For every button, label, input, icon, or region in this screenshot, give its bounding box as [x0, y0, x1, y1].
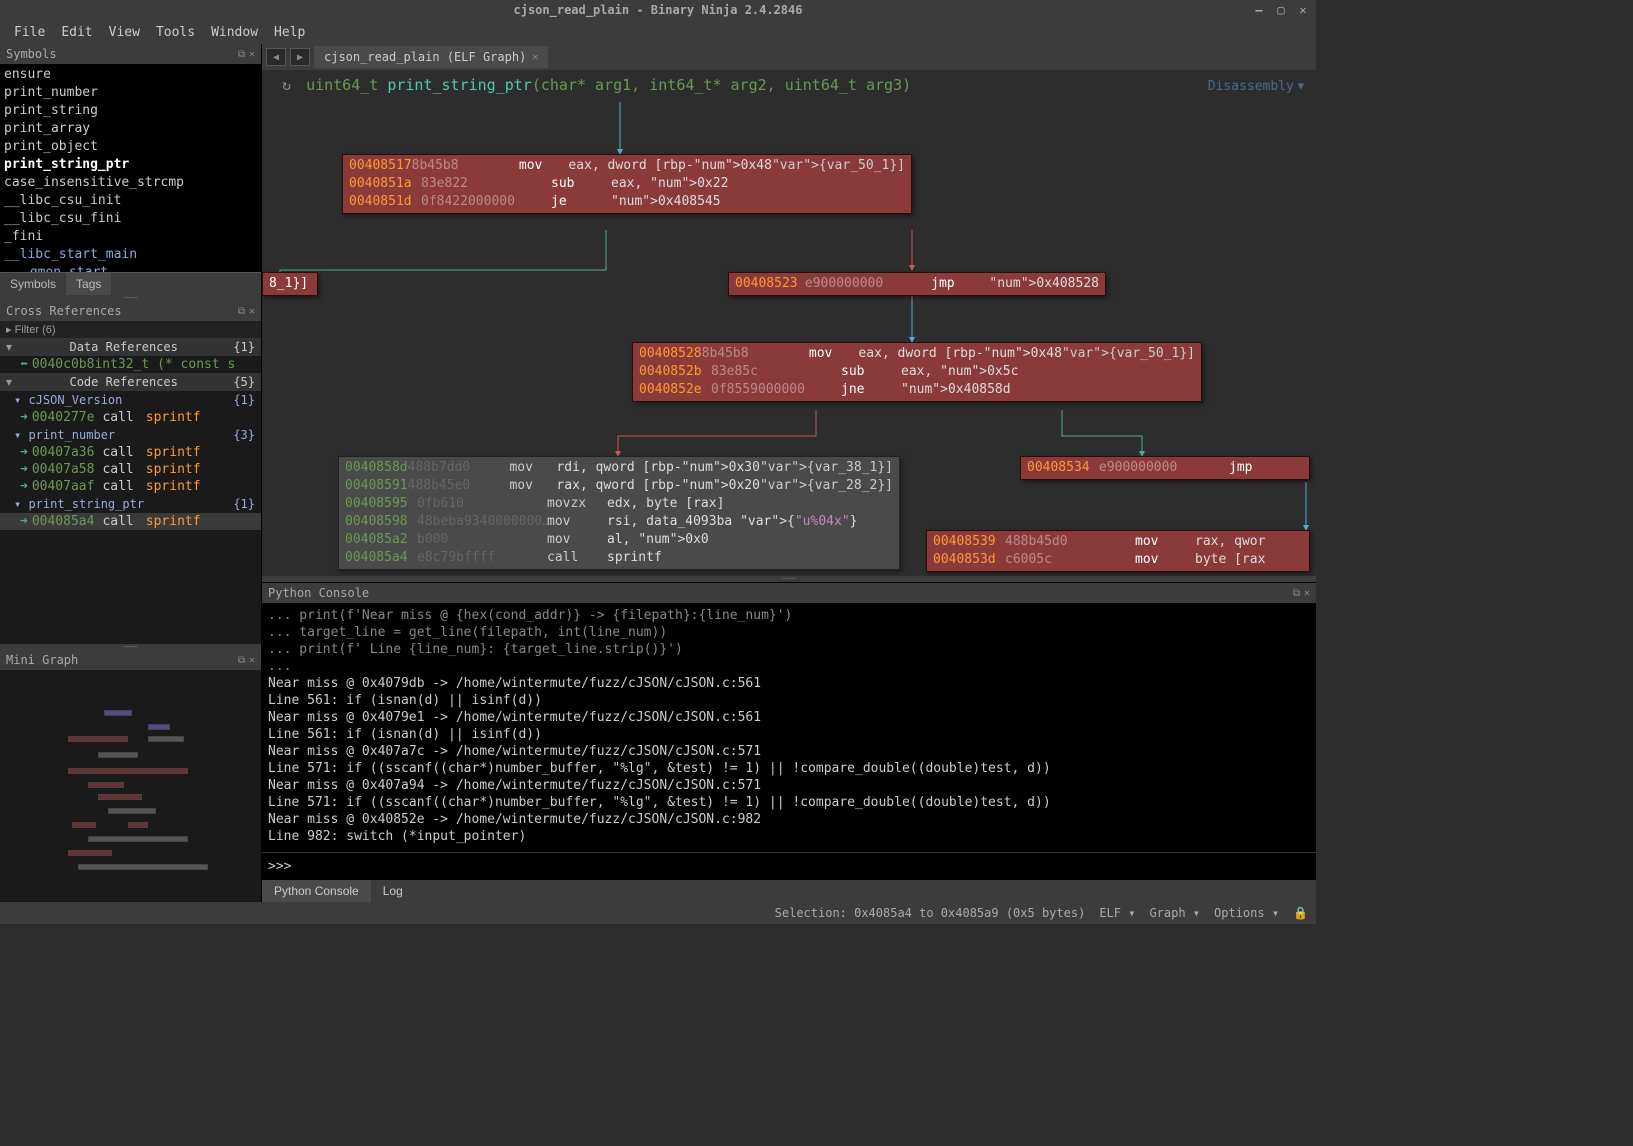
bb-408539[interactable]: 00408539488b45d0movrax, qwor0040853dc600…	[926, 530, 1310, 572]
console-tab-python-console[interactable]: Python Console	[262, 880, 371, 902]
symbols-tabs: SymbolsTags	[0, 272, 261, 295]
refresh-icon[interactable]: ↻	[282, 76, 291, 94]
function-signature: ↻ uint64_t print_string_ptr(char* arg1, …	[282, 76, 911, 94]
bb-408528[interactable]: 004085288b45b8moveax, dword [rbp-"num">0…	[632, 342, 1202, 402]
xref-code-item[interactable]: ➜00407a36callsprintf	[0, 444, 261, 461]
xref-group[interactable]: ▾ print_string_ptr{1}	[0, 495, 261, 513]
symbol-item[interactable]: case_insensitive_strcmp	[4, 174, 257, 192]
symbol-item[interactable]: __libc_csu_fini	[4, 210, 257, 228]
symbols-tab-symbols[interactable]: Symbols	[0, 273, 66, 295]
bb-partial[interactable]: 8_1}]	[262, 272, 318, 296]
console-input[interactable]: >>>	[262, 852, 1316, 880]
bb-408523[interactable]: 00408523e900000000jmp"num">0x408528	[728, 272, 1106, 296]
symbol-item[interactable]: ensure	[4, 66, 257, 84]
console-tab-log[interactable]: Log	[371, 880, 415, 902]
xref-panel-header: Cross References ⧉✕	[0, 301, 261, 321]
detach-icon[interactable]: ⧉	[238, 49, 245, 60]
python-console-header: Python Console ⧉✕	[262, 583, 1316, 603]
xref-code-item[interactable]: ➜00407aafcallsprintf	[0, 478, 261, 495]
symbol-item[interactable]: _fini	[4, 228, 257, 246]
options-dropdown[interactable]: Options ▾	[1214, 906, 1279, 920]
menu-window[interactable]: Window	[203, 25, 266, 40]
close-panel-icon[interactable]: ✕	[249, 655, 255, 666]
close-panel-icon[interactable]: ✕	[249, 49, 255, 60]
tab-close-icon[interactable]: ✕	[532, 52, 538, 63]
view-mode-dropdown[interactable]: Disassembly ▾	[1208, 78, 1304, 94]
xref-code-item[interactable]: ➜0040277ecallsprintf	[0, 409, 261, 426]
menubar: FileEditViewToolsWindowHelp	[0, 20, 1316, 44]
nav-back-button[interactable]: ◀	[266, 48, 286, 66]
xref-filter[interactable]: Filter (6)	[0, 321, 261, 338]
window-title: cjson_read_plain - Binary Ninja 2.4.2846	[514, 3, 803, 17]
minigraph-header: Mini Graph ⧉✕	[0, 650, 261, 670]
xref-code-item[interactable]: ➜004085a4callsprintf	[0, 513, 261, 530]
view-toolbar: ◀ ▶ cjson_read_plain (ELF Graph)✕	[262, 44, 1316, 70]
detach-icon[interactable]: ⧉	[238, 655, 245, 666]
xref-data-item[interactable]: ⬅0040c0b8 int32_t (* const s	[0, 356, 261, 373]
symbol-item[interactable]: print_string_ptr	[4, 156, 257, 174]
minigraph[interactable]	[0, 670, 261, 902]
lock-icon[interactable]: 🔒	[1293, 906, 1308, 920]
bb-40858d[interactable]: 0040858d488b7dd0movrdi, qword [rbp-"num"…	[338, 456, 900, 570]
symbol-item[interactable]: print_array	[4, 120, 257, 138]
detach-icon[interactable]: ⧉	[1293, 588, 1300, 599]
selection-status: Selection: 0x4085a4 to 0x4085a9 (0x5 byt…	[775, 906, 1086, 920]
close-panel-icon[interactable]: ✕	[1304, 588, 1310, 599]
minimize-icon[interactable]: —	[1252, 3, 1266, 17]
menu-help[interactable]: Help	[266, 25, 313, 40]
detach-icon[interactable]: ⧉	[238, 306, 245, 317]
menu-view[interactable]: View	[101, 25, 148, 40]
maximize-icon[interactable]: ▢	[1274, 3, 1288, 17]
menu-file[interactable]: File	[6, 25, 53, 40]
symbol-item[interactable]: _gmon_start_	[4, 264, 257, 272]
symbol-item[interactable]: print_number	[4, 84, 257, 102]
xref-panel: Filter (6) Data References{1} ⬅0040c0b8 …	[0, 321, 261, 644]
console-output[interactable]: ... print(f'Near miss @ {hex(cond_addr)}…	[262, 603, 1316, 852]
menu-edit[interactable]: Edit	[53, 25, 100, 40]
tab-graph[interactable]: cjson_read_plain (ELF Graph)✕	[314, 46, 548, 68]
symbols-tab-tags[interactable]: Tags	[66, 273, 111, 295]
statusbar: Selection: 0x4085a4 to 0x4085a9 (0x5 byt…	[0, 902, 1316, 924]
bb-408517[interactable]: 004085178b45b8moveax, dword [rbp-"num">0…	[342, 154, 912, 214]
xref-group[interactable]: ▾ print_number{3}	[0, 426, 261, 444]
close-icon[interactable]: ✕	[1296, 3, 1310, 17]
symbol-item[interactable]: print_string	[4, 102, 257, 120]
symbol-list[interactable]: ensureprint_numberprint_stringprint_arra…	[0, 64, 261, 272]
elf-dropdown[interactable]: ELF ▾	[1099, 906, 1135, 920]
code-refs-section[interactable]: Code References{5}	[0, 373, 261, 391]
console-tabs: Python ConsoleLog	[262, 880, 1316, 902]
graph-dropdown[interactable]: Graph ▾	[1149, 906, 1200, 920]
data-refs-section[interactable]: Data References{1}	[0, 338, 261, 356]
xref-code-item[interactable]: ➜00407a58callsprintf	[0, 461, 261, 478]
xref-group[interactable]: ▾ cJSON_Version{1}	[0, 391, 261, 409]
graph-view[interactable]: ↻ uint64_t print_string_ptr(char* arg1, …	[262, 70, 1316, 576]
symbol-item[interactable]: __libc_start_main	[4, 246, 257, 264]
symbols-panel-header: Symbols ⧉✕	[0, 44, 261, 64]
close-panel-icon[interactable]: ✕	[249, 306, 255, 317]
nav-forward-button[interactable]: ▶	[290, 48, 310, 66]
symbol-item[interactable]: __libc_csu_init	[4, 192, 257, 210]
menu-tools[interactable]: Tools	[148, 25, 203, 40]
symbol-item[interactable]: print_object	[4, 138, 257, 156]
bb-408534[interactable]: 00408534e900000000jmp	[1020, 456, 1310, 480]
